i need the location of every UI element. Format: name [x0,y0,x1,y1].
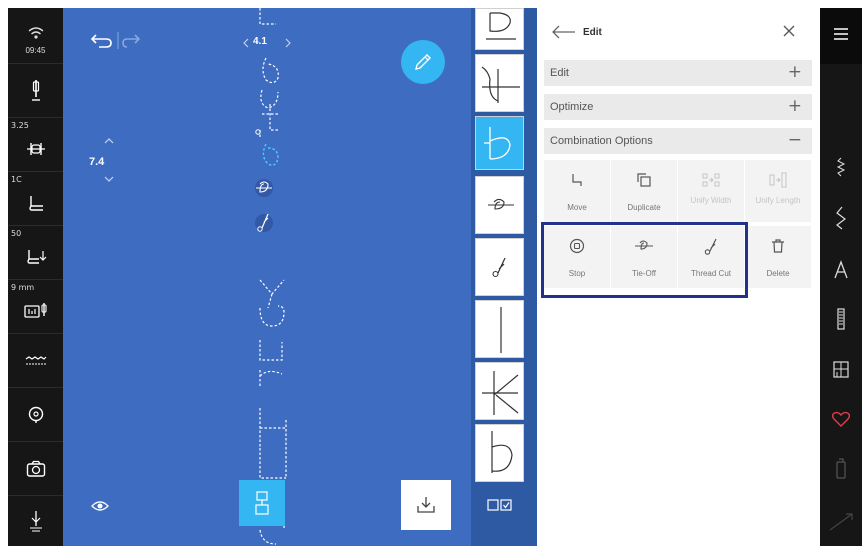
back-arrow-icon[interactable] [551,24,577,40]
wifi-icon [28,27,43,39]
stitch-width-icon [26,143,45,155]
stitch-plate-value: 9 mm [11,283,35,292]
letter-t-stitch-icon [481,66,520,103]
zoom-up-icon[interactable] [104,138,114,144]
close-icon[interactable] [782,24,796,38]
alphabet-icon[interactable] [820,260,862,280]
accordion-edit[interactable]: Edit + [544,60,812,86]
move-button[interactable]: Move [544,160,610,222]
needle-position-icon [29,511,42,532]
accordion-combination-options[interactable]: Combination Options − [544,128,812,154]
needle-thread-icon[interactable] [820,510,862,532]
unify-length-icon [769,172,787,188]
presser-foot-icon [28,196,43,211]
presser-foot-button[interactable]: 1C [8,172,63,226]
unify-width-icon [702,173,720,187]
trash-icon [772,239,784,253]
panel-title: Edit [583,27,602,38]
undo-redo-group [89,30,141,55]
bobbin-icon [28,406,43,423]
stitch-tile-tie-off[interactable] [475,176,524,234]
stitch-plate-icon [23,303,47,318]
zoom-down-icon[interactable] [104,176,114,182]
download-icon [417,497,435,513]
thread-cut-icon [492,257,506,278]
foot-pressure-icon [26,250,46,264]
stitch-canvas[interactable]: 7.4 4.1 [63,8,471,546]
letter-b-stitch-icon [491,431,513,473]
camera-icon [26,460,45,477]
move-icon [572,174,582,186]
duplicate-label: Duplicate [627,203,661,212]
decorative-stitch-icon[interactable] [820,156,862,178]
select-block-icon [255,491,269,515]
undo-icon[interactable] [90,34,112,48]
stitch-width-button[interactable]: 3.25 [8,118,63,172]
left-sidebar: 09:45 3.25 1C 50 9 mm [8,8,63,546]
stitch-tile-thread-cut[interactable] [475,238,524,296]
save-button[interactable] [401,480,451,530]
zoom-value: 7.4 [89,156,105,168]
zigzag-stitch-icon[interactable] [820,206,862,230]
feed-dog-button[interactable] [8,334,63,388]
unify-length-button[interactable]: Unify Length [745,160,811,222]
stitch-tile-k[interactable] [475,362,524,420]
needle-position-button[interactable] [8,496,63,546]
bobbin-thread-icon[interactable] [820,458,862,480]
duplicate-button[interactable]: Duplicate [611,160,677,222]
straight-line-icon [500,307,502,353]
stitch-tile-b[interactable] [475,424,524,482]
duplicate-icon [637,173,651,187]
delete-label: Delete [766,269,790,278]
accordion-combination-label: Combination Options [550,135,653,147]
stitch-width-value: 3.25 [11,121,29,130]
select-stitch-button[interactable] [239,480,285,526]
letter-d-stitch-icon [484,127,511,160]
edit-pencil-button[interactable] [401,40,445,84]
tie-off-icon [488,198,514,210]
unify-width-button[interactable]: Unify Width [678,160,744,222]
accordion-optimize-label: Optimize [550,101,594,113]
needle-icon [31,80,40,101]
delete-button[interactable]: Delete [745,226,811,288]
camera-button[interactable] [8,442,63,496]
stitch-tile-line[interactable] [475,300,524,358]
accordion-edit-label: Edit [550,67,569,79]
stitch-tile-selected[interactable] [475,116,524,170]
presser-foot-value: 1C [11,175,22,184]
quilt-block-icon[interactable] [820,360,862,380]
view-toggle-icon[interactable] [487,498,513,512]
heart-icon[interactable] [820,410,862,428]
redo-icon[interactable] [122,34,141,48]
expand-icon: + [787,62,802,82]
wifi-status: 09:45 [8,8,63,64]
stitch-strip [471,8,537,546]
collapse-icon: − [787,130,802,150]
bobbin-button[interactable] [8,388,63,442]
hamburger-menu-icon [834,28,848,40]
foot-pressure-value: 50 [11,229,22,238]
pencil-icon [415,54,431,70]
unify-length-label: Unify Length [755,196,801,205]
foot-pressure-button[interactable]: 50 [8,226,63,280]
stitch-preview [255,8,287,545]
eye-icon[interactable] [91,500,109,512]
stitch-tile-t[interactable] [475,54,524,112]
feed-dog-icon [25,356,46,365]
highlight-box [541,222,748,298]
unify-width-label: Unify Width [690,196,732,205]
clock: 09:45 [25,46,46,55]
buttonhole-icon[interactable] [820,308,862,330]
stitch-tile-d[interactable] [475,8,524,50]
expand-icon: + [787,96,802,116]
accordion-optimize[interactable]: Optimize + [544,94,812,120]
menu-button[interactable] [820,8,862,64]
letter-d-stitch-icon [486,12,516,40]
app-window: 09:45 3.25 1C 50 9 mm 7.4 4.1 Edit Edit … [0,0,862,546]
right-sidebar [820,8,862,546]
needle-button[interactable] [8,64,63,118]
stitch-plate-button[interactable]: 9 mm [8,280,63,334]
letter-k-stitch-icon [482,371,519,415]
move-label: Move [567,203,587,212]
